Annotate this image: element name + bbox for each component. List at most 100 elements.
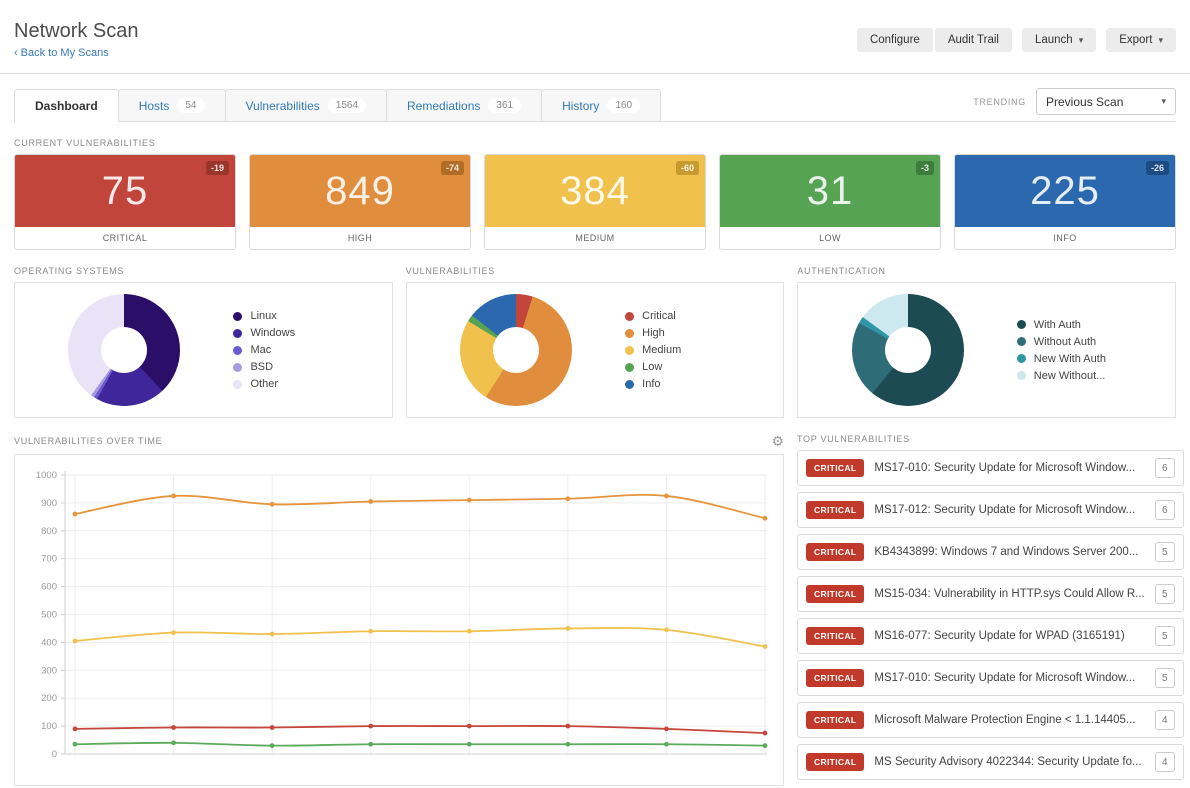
series-line-high: [75, 495, 765, 518]
severity-card-low[interactable]: 31-3LOW: [719, 154, 941, 250]
legend-label: Critical: [642, 310, 676, 322]
bottom-section: VULNERABILITIES OVER TIME ⚙︎ 01002003004…: [14, 420, 1176, 786]
launch-caret-icon: ▾: [1079, 35, 1084, 45]
top-vulnerabilities-label: TOP VULNERABILITIES: [797, 434, 910, 444]
legend-item: Mac: [233, 342, 383, 359]
tab-label: History: [562, 99, 599, 113]
header-title-block: Network Scan ‹Back to My Scans: [14, 20, 139, 61]
severity-count: 849: [325, 169, 395, 214]
audit-trail-button[interactable]: Audit Trail: [935, 28, 1012, 52]
legend-label: Without Auth: [1034, 336, 1096, 348]
vulnerability-title: Microsoft Malware Protection Engine < 1.…: [874, 714, 1144, 726]
severity-card-label: HIGH: [250, 227, 470, 249]
tab-history[interactable]: History160: [541, 89, 661, 121]
operating-systems-donut-chart: [68, 294, 180, 406]
tab-label: Remediations: [407, 99, 480, 113]
host-count-badge: 5: [1155, 542, 1175, 562]
vulnerability-row[interactable]: CRITICALMS15-034: Vulnerability in HTTP.…: [797, 576, 1184, 612]
host-count-badge: 5: [1155, 626, 1175, 646]
vulnerability-row[interactable]: CRITICALMicrosoft Malware Protection Eng…: [797, 702, 1184, 738]
svg-text:1000: 1000: [36, 470, 57, 481]
chart-settings-gear-icon[interactable]: ⚙︎: [771, 434, 784, 448]
export-button-label: Export: [1119, 34, 1152, 46]
host-count-badge: 4: [1155, 752, 1175, 772]
legend-dot-icon: [1017, 337, 1026, 346]
launch-button[interactable]: Launch ▾: [1022, 28, 1096, 52]
severity-count: 75: [102, 169, 149, 214]
svg-text:900: 900: [41, 498, 57, 509]
severity-cards: 75-19CRITICAL 849 -74 HIGH 384-60MEDIUM31-3L…: [14, 154, 1176, 250]
host-count-badge: 5: [1155, 668, 1175, 688]
vulnerability-row[interactable]: CRITICAL MS Security Advisory 4022344: Se…: [797, 744, 1184, 780]
severity-card-critical[interactable]: 75-19CRITICAL: [14, 154, 236, 250]
tab-dashboard[interactable]: Dashboard: [14, 89, 119, 121]
current-vulnerabilities-label: CURRENT VULNERABILITIES: [14, 138, 1176, 148]
severity-card-medium[interactable]: 384-60MEDIUM: [484, 154, 706, 250]
top-vulnerabilities-list: CRITICALMS17-010: Security Update for Mi…: [797, 450, 1184, 780]
severity-card-top: 225-26: [955, 155, 1175, 227]
header-actions: Configure Audit Trail Launch ▾ Export ▾: [857, 28, 1176, 52]
legend-label: Low: [642, 361, 662, 373]
page-title: Network Scan: [14, 20, 139, 43]
donut-charts-row: OPERATING SYSTEMSLinuxWindowsMacBSDOther…: [14, 250, 1176, 418]
severity-count: 384: [560, 169, 630, 214]
scan-dashboard-page: Network Scan ‹Back to My Scans Configure…: [0, 0, 1190, 788]
legend-label: New With Auth: [1034, 353, 1106, 365]
legend-label: Linux: [250, 310, 276, 322]
legend-item: High: [625, 325, 775, 342]
legend-label: BSD: [250, 361, 273, 373]
vulnerability-title: MS Security Advisory 4022344: Security U…: [874, 756, 1144, 768]
legend-dot-icon: [1017, 354, 1026, 363]
export-button[interactable]: Export ▾: [1106, 28, 1176, 52]
trending-select[interactable]: Previous Scan ▾: [1036, 88, 1176, 115]
severity-badge: CRITICAL: [806, 753, 864, 771]
tab-remediations[interactable]: Remediations361: [386, 89, 542, 121]
tab-label: Vulnerabilities: [246, 99, 320, 113]
vulnerability-row[interactable]: CRITICAL MS16-077: Security Update for WP…: [797, 618, 1184, 654]
tab-label: Hosts: [139, 99, 170, 113]
svg-text:100: 100: [41, 721, 57, 732]
vulnerability-row[interactable]: CRITICALMS17-012: Security Update for Mi…: [797, 492, 1184, 528]
severity-card-label: CRITICAL: [15, 227, 235, 249]
back-link-label: Back to My Scans: [21, 47, 109, 59]
tab-vulnerabilities[interactable]: Vulnerabilities1564: [225, 89, 388, 121]
configure-button[interactable]: Configure: [857, 28, 933, 52]
severity-card-info[interactable]: 225-26INFO: [954, 154, 1176, 250]
back-chevron-icon: ‹: [14, 47, 18, 59]
svg-text:500: 500: [41, 610, 57, 621]
legend-label: Other: [250, 378, 278, 390]
vulnerability-row[interactable]: CRITICALKB4343899: Windows 7 and Windows…: [797, 534, 1184, 570]
vulnerability-row[interactable]: CRITICALMS17-010: Security Update for Mi…: [797, 660, 1184, 696]
host-count-badge: 6: [1155, 458, 1175, 478]
vulnerability-title: MS16-077: Security Update for WPAD (3165…: [874, 630, 1144, 642]
line-chart-svg: 01002003004005006007008009001000: [15, 455, 783, 785]
donut-section-vulnerabilities: VULNERABILITIESCriticalHighMediumLowInfo: [406, 250, 785, 418]
vulnerability-row[interactable]: CRITICALMS17-010: Security Update for Mi…: [797, 450, 1184, 486]
back-to-my-scans-link[interactable]: ‹Back to My Scans: [14, 47, 109, 59]
severity-card-high[interactable]: 849 -74 HIGH: [249, 154, 471, 250]
severity-card-top: 31-3: [720, 155, 940, 227]
vulnerabilities-over-time-chart: 01002003004005006007008009001000: [14, 454, 784, 786]
tab-hosts[interactable]: Hosts54: [118, 89, 226, 121]
svg-text:200: 200: [41, 693, 57, 704]
authentication-panel: With AuthWithout AuthNew With AuthNew Wi…: [797, 282, 1176, 418]
top-vulnerabilities-column: TOP VULNERABILITIES CRITICALMS17-010: Se…: [797, 420, 1184, 786]
legend-dot-icon: [233, 346, 242, 355]
severity-delta-badge: -74: [441, 161, 464, 175]
authentication-label: AUTHENTICATION: [797, 266, 1176, 276]
svg-text:0: 0: [52, 749, 57, 760]
export-caret-icon: ▾: [1158, 35, 1163, 45]
svg-text:600: 600: [41, 582, 57, 593]
severity-delta-badge: -26: [1146, 161, 1169, 175]
launch-button-label: Launch: [1035, 34, 1073, 46]
legend-item: Linux: [233, 308, 383, 325]
operating-systems-label: OPERATING SYSTEMS: [14, 266, 393, 276]
vulnerabilities-over-time-label: VULNERABILITIES OVER TIME: [14, 436, 162, 446]
severity-delta-badge: -3: [916, 161, 934, 175]
severity-card-label: LOW: [720, 227, 940, 249]
host-count-badge: 4: [1155, 710, 1175, 730]
legend-label: High: [642, 327, 665, 339]
vulnerability-title: MS15-034: Vulnerability in HTTP.sys Coul…: [874, 588, 1144, 600]
severity-badge: CRITICAL: [806, 627, 864, 645]
vulnerability-title: KB4343899: Windows 7 and Windows Server …: [874, 546, 1144, 558]
